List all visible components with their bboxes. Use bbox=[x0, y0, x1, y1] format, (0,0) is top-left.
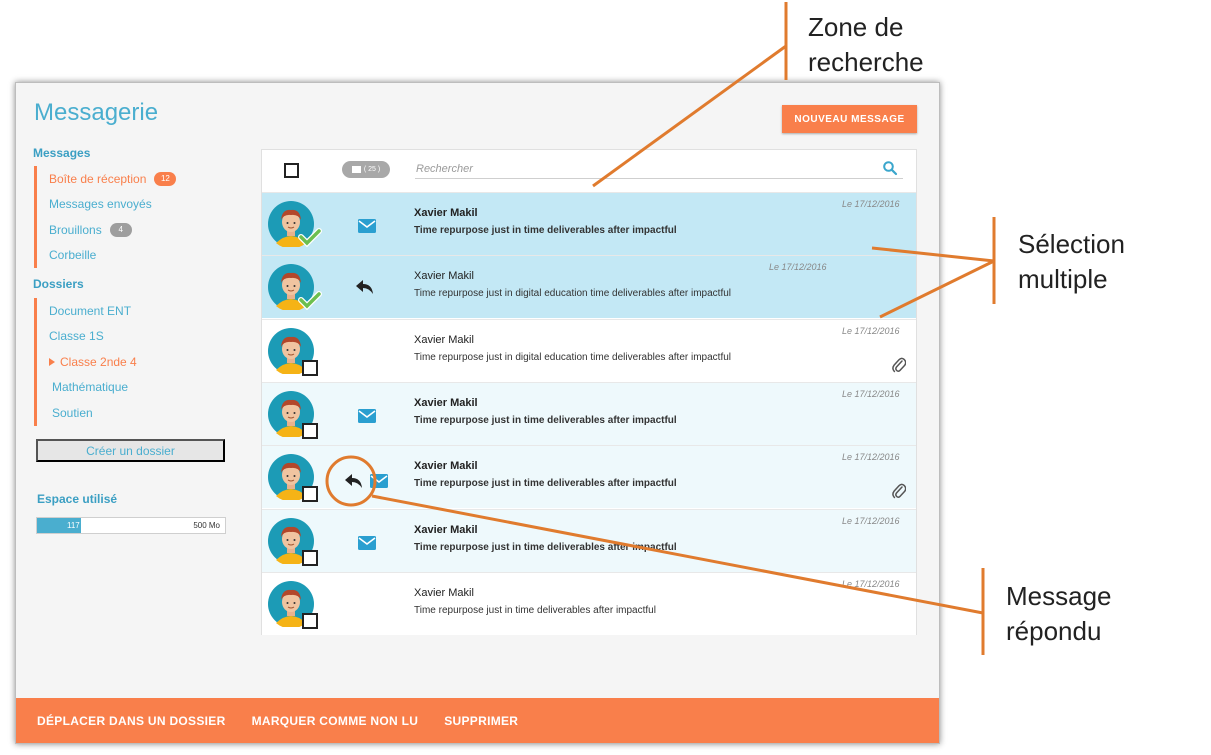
message-list: ( 25 ) Xavier M bbox=[261, 149, 917, 635]
create-folder-button[interactable]: Créer un dossier bbox=[36, 439, 225, 462]
message-date: Le 17/12/2016 bbox=[842, 515, 900, 526]
message-count: ( 25 ) bbox=[363, 166, 381, 173]
sidebar-item-label: Boîte de réception bbox=[49, 171, 147, 186]
storage-label: Espace utilisé bbox=[37, 492, 118, 506]
message-date: Le 17/12/2016 bbox=[842, 578, 900, 589]
message-date: Le 17/12/2016 bbox=[769, 262, 827, 273]
messages-heading: Messages bbox=[33, 146, 91, 160]
annotation-line: multiple bbox=[1018, 264, 1108, 294]
mark-unread-action[interactable]: MARQUER COMME NON LU bbox=[252, 714, 419, 728]
sidebar-item-classe-2nde-4[interactable]: Classe 2nde 4 bbox=[37, 349, 137, 375]
checkmark-icon[interactable] bbox=[298, 290, 322, 311]
inbox-count-badge: 12 bbox=[154, 171, 177, 186]
storage-total: 500 Mo bbox=[193, 521, 220, 530]
sidebar-item-drafts[interactable]: Brouillons 4 bbox=[37, 217, 176, 243]
message-sender: Xavier Makil bbox=[414, 333, 474, 346]
annotation-line: recherche bbox=[808, 47, 924, 77]
sidebar-item-mathematique[interactable]: Mathématique bbox=[37, 375, 137, 401]
message-date: Le 17/12/2016 bbox=[842, 452, 900, 463]
message-subject: Time repurpose just in digital education… bbox=[414, 288, 732, 300]
select-all-checkbox[interactable] bbox=[284, 163, 299, 178]
row-checkbox[interactable] bbox=[302, 486, 318, 503]
message-row[interactable]: Xavier Makil Time repurpose just in time … bbox=[262, 571, 916, 635]
move-to-folder-action[interactable]: DÉPLACER DANS UN DOSSIER bbox=[37, 714, 226, 728]
sidebar-item-label: Mathématique bbox=[52, 380, 129, 395]
message-date: Le 17/12/2016 bbox=[842, 325, 900, 336]
drafts-count-badge: 4 bbox=[109, 222, 132, 237]
annotation-line: Message bbox=[1006, 581, 1112, 611]
storage-bar: 117 Mo 500 Mo bbox=[36, 517, 226, 534]
message-sender: Xavier Makil bbox=[414, 396, 478, 409]
sidebar-item-label: Document ENT bbox=[49, 303, 132, 318]
search-icon[interactable] bbox=[882, 160, 898, 176]
folders-nav: Document ENT Classe 1S Classe 2nde 4 Mat… bbox=[34, 298, 137, 426]
envelope-icon bbox=[370, 474, 388, 489]
bulk-action-bar: DÉPLACER DANS UN DOSSIER MARQUER COMME N… bbox=[16, 698, 939, 743]
messaging-app-window: Messagerie NOUVEAU MESSAGE Messages Boît… bbox=[15, 82, 940, 744]
sidebar-item-label: Messages envoyés bbox=[49, 197, 152, 212]
row-checkbox[interactable] bbox=[302, 612, 318, 629]
message-sender: Xavier Makil bbox=[414, 586, 474, 599]
message-row[interactable]: Xavier Makil Time repurpose just in digit… bbox=[262, 318, 916, 382]
message-sender: Xavier Makil bbox=[414, 523, 478, 536]
annotation-search: Zone de recherche bbox=[808, 10, 924, 80]
message-subject: Time repurpose just in time deliverables… bbox=[414, 414, 677, 426]
sidebar-item-document-ent[interactable]: Document ENT bbox=[37, 298, 137, 324]
row-checkbox[interactable] bbox=[302, 422, 318, 439]
attachment-icon bbox=[892, 357, 906, 372]
expand-triangle-icon[interactable] bbox=[49, 357, 55, 366]
sidebar-item-soutien[interactable]: Soutien bbox=[37, 400, 137, 426]
message-sender: Xavier Makil bbox=[414, 207, 478, 219]
delete-action[interactable]: SUPPRIMER bbox=[444, 714, 518, 728]
new-message-button[interactable]: NOUVEAU MESSAGE bbox=[782, 105, 917, 133]
message-row[interactable]: Xavier Makil Time repurpose just in time … bbox=[262, 445, 916, 509]
sidebar-item-label: Brouillons bbox=[49, 222, 102, 237]
list-toolbar: ( 25 ) bbox=[262, 150, 916, 192]
message-sender: Xavier Makil bbox=[414, 270, 474, 283]
message-subject: Time repurpose just in time deliverables… bbox=[414, 541, 677, 553]
message-subject: Time repurpose just in digital education… bbox=[414, 351, 732, 363]
message-row[interactable]: Xavier Makil Time repurpose just in time … bbox=[262, 508, 916, 572]
sidebar-item-inbox[interactable]: Boîte de réception 12 bbox=[37, 166, 177, 192]
message-subject: Time repurpose just in time deliverables… bbox=[414, 604, 656, 616]
reply-icon bbox=[345, 474, 362, 489]
annotation-line: Sélection bbox=[1018, 229, 1125, 259]
message-date: Le 17/12/2016 bbox=[842, 199, 900, 209]
messages-nav: Boîte de réception 12 Messages envoyés B… bbox=[34, 166, 177, 269]
sidebar-item-label: Classe 1S bbox=[49, 329, 104, 344]
envelope-icon bbox=[358, 535, 376, 550]
message-date: Le 17/12/2016 bbox=[842, 388, 900, 399]
folders-heading: Dossiers bbox=[33, 277, 84, 291]
sidebar-item-trash[interactable]: Corbeille bbox=[37, 243, 176, 269]
annotation-replied: Message répondu bbox=[1006, 579, 1112, 649]
reply-icon bbox=[356, 280, 373, 295]
message-row[interactable]: Xavier Makil Time repurpose just in digit… bbox=[262, 255, 916, 319]
annotation-line: répondu bbox=[1006, 616, 1102, 646]
search-input[interactable] bbox=[415, 159, 903, 179]
envelope-icon bbox=[358, 408, 376, 423]
message-row[interactable]: Xavier Makil Time repurpose just in time … bbox=[262, 192, 916, 255]
message-sender: Xavier Makil bbox=[414, 460, 478, 473]
message-row[interactable]: Xavier Makil Time repurpose just in time … bbox=[262, 381, 916, 445]
page-title: Messagerie bbox=[34, 99, 159, 126]
checkmark-icon[interactable] bbox=[298, 227, 322, 247]
row-checkbox[interactable] bbox=[302, 549, 318, 566]
message-subject: Time repurpose just in time deliverables… bbox=[414, 225, 677, 236]
message-count-pill: ( 25 ) bbox=[342, 161, 390, 178]
envelope-icon bbox=[351, 166, 361, 173]
sidebar-item-label: Soutien bbox=[52, 405, 93, 420]
envelope-icon bbox=[358, 219, 376, 233]
annotation-line: Zone de bbox=[808, 12, 904, 42]
annotation-multi-select: Sélection multiple bbox=[1018, 227, 1125, 297]
sidebar-item-sent[interactable]: Messages envoyés bbox=[37, 192, 176, 218]
attachment-icon bbox=[892, 483, 906, 499]
message-subject: Time repurpose just in time deliverables… bbox=[414, 478, 677, 490]
sidebar-item-classe-1s[interactable]: Classe 1S bbox=[37, 324, 137, 350]
row-checkbox[interactable] bbox=[302, 359, 318, 376]
sidebar-item-label: Corbeille bbox=[49, 248, 97, 263]
sidebar-item-label: Classe 2nde 4 bbox=[60, 354, 137, 369]
storage-used: 117 Mo bbox=[67, 521, 94, 530]
page: Messagerie NOUVEAU MESSAGE Messages Boît… bbox=[0, 0, 1211, 755]
